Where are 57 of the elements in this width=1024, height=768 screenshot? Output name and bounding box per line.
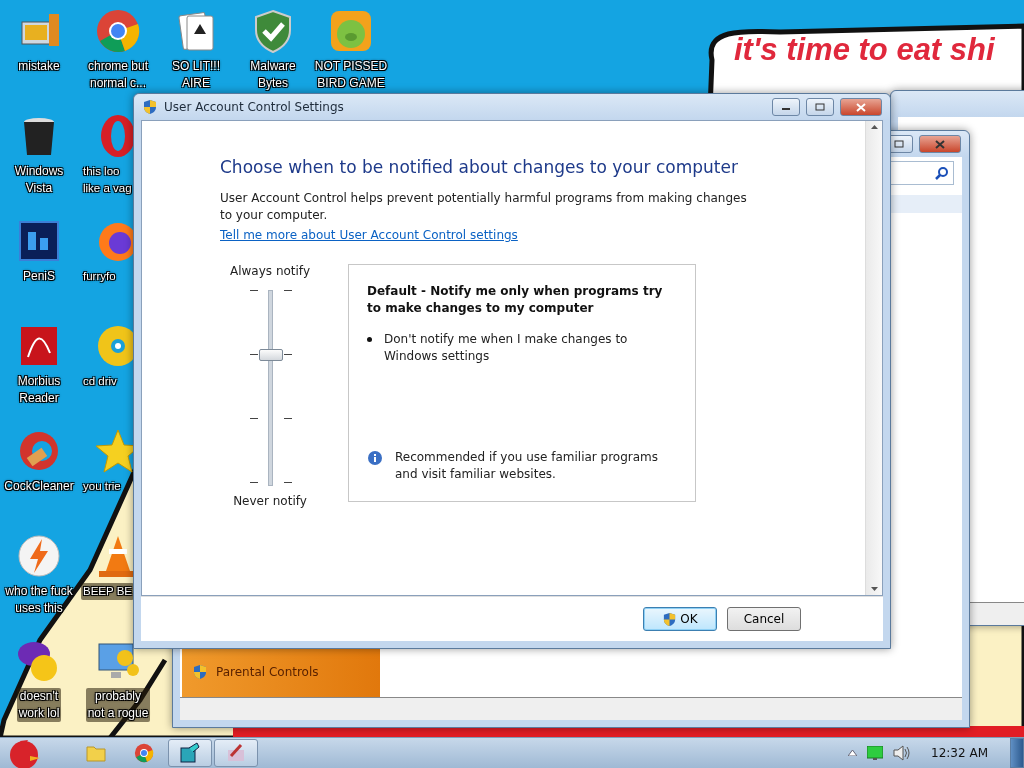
dialog-heading: Choose when to be notified about changes to your computer	[220, 157, 739, 177]
tray-arrow-icon[interactable]	[848, 750, 858, 756]
tiles-app-icon	[179, 742, 201, 764]
icon-label: Windows Vista	[13, 163, 65, 197]
tile-label: Parental Controls	[216, 665, 319, 679]
icon-label: you trie	[82, 479, 122, 494]
icon-label: cd driv	[82, 374, 118, 389]
info-icon	[367, 450, 383, 466]
icon-label: SO LIT!!! AIRE	[171, 58, 221, 92]
lightning-icon[interactable]	[16, 533, 62, 579]
help-link[interactable]: Tell me more about User Account Control settings	[220, 228, 518, 242]
minimize-button[interactable]	[772, 98, 800, 116]
icon-label: doesn't work lol	[16, 688, 62, 722]
shield-icon	[142, 99, 158, 115]
icon-label: mistake	[17, 58, 61, 75]
close-icon	[856, 102, 866, 112]
slider-top-label: Always notify	[230, 264, 310, 278]
icon-label: Malware Bytes	[249, 58, 297, 92]
maximize-button[interactable]	[806, 98, 834, 116]
close-button[interactable]	[840, 98, 882, 116]
dialog-button[interactable]: OK	[643, 607, 717, 631]
bullet-icon	[367, 337, 372, 342]
icon-label: Morbius Reader	[16, 373, 62, 407]
taskbar-button[interactable]	[214, 739, 258, 767]
parental-controls-tile[interactable]: Parental Controls	[182, 647, 380, 697]
icon-label: this loo like a vag	[82, 164, 133, 196]
paint-app-icon	[225, 742, 247, 764]
shield-icon	[192, 664, 208, 680]
slider-thumb[interactable]	[259, 348, 283, 361]
slider-bottom-label: Never notify	[233, 494, 307, 508]
photoshop-icon[interactable]	[16, 218, 62, 264]
icon-label: furryfo	[82, 269, 117, 284]
chrome-icon	[134, 743, 154, 763]
scroll-down-icon	[870, 587, 878, 591]
icon-label: NOT PISSED BIRD GAME	[313, 58, 389, 92]
maximize-icon	[815, 103, 825, 111]
window-title: User Account Control Settings	[164, 100, 345, 114]
network-icon[interactable]	[867, 746, 884, 760]
bullet-text: Don't notify me when I make changes to Windows settings	[384, 331, 629, 365]
folder-icon	[86, 744, 106, 762]
taskbar-button[interactable]	[168, 739, 212, 767]
description-text: User Account Control helps prevent potentially harmful programs from making changes to your computer.	[220, 190, 748, 224]
level-title: Default - Notify me only when programs try to make changes to my computer	[367, 283, 664, 317]
recommendation-text: Recommended if you use familiar programs and visit familiar websites.	[395, 449, 660, 483]
maximize-icon	[894, 140, 904, 148]
speaker-icon[interactable]	[893, 745, 912, 761]
icon-label: chrome but normal c...	[87, 58, 149, 92]
icon-label: PeniS	[22, 268, 56, 285]
search-icon	[935, 166, 949, 180]
icon-label: BEEP BE	[81, 583, 134, 600]
clock[interactable]: 12:32 AM	[931, 746, 988, 760]
close-icon	[935, 139, 945, 149]
chrome-icon[interactable]	[95, 8, 141, 54]
icon-label: CockCleaner	[3, 478, 75, 495]
banner-text: it's time to eat shi	[734, 32, 995, 68]
dialog-button[interactable]: Cancel	[727, 607, 801, 631]
close-button[interactable]	[919, 135, 961, 153]
